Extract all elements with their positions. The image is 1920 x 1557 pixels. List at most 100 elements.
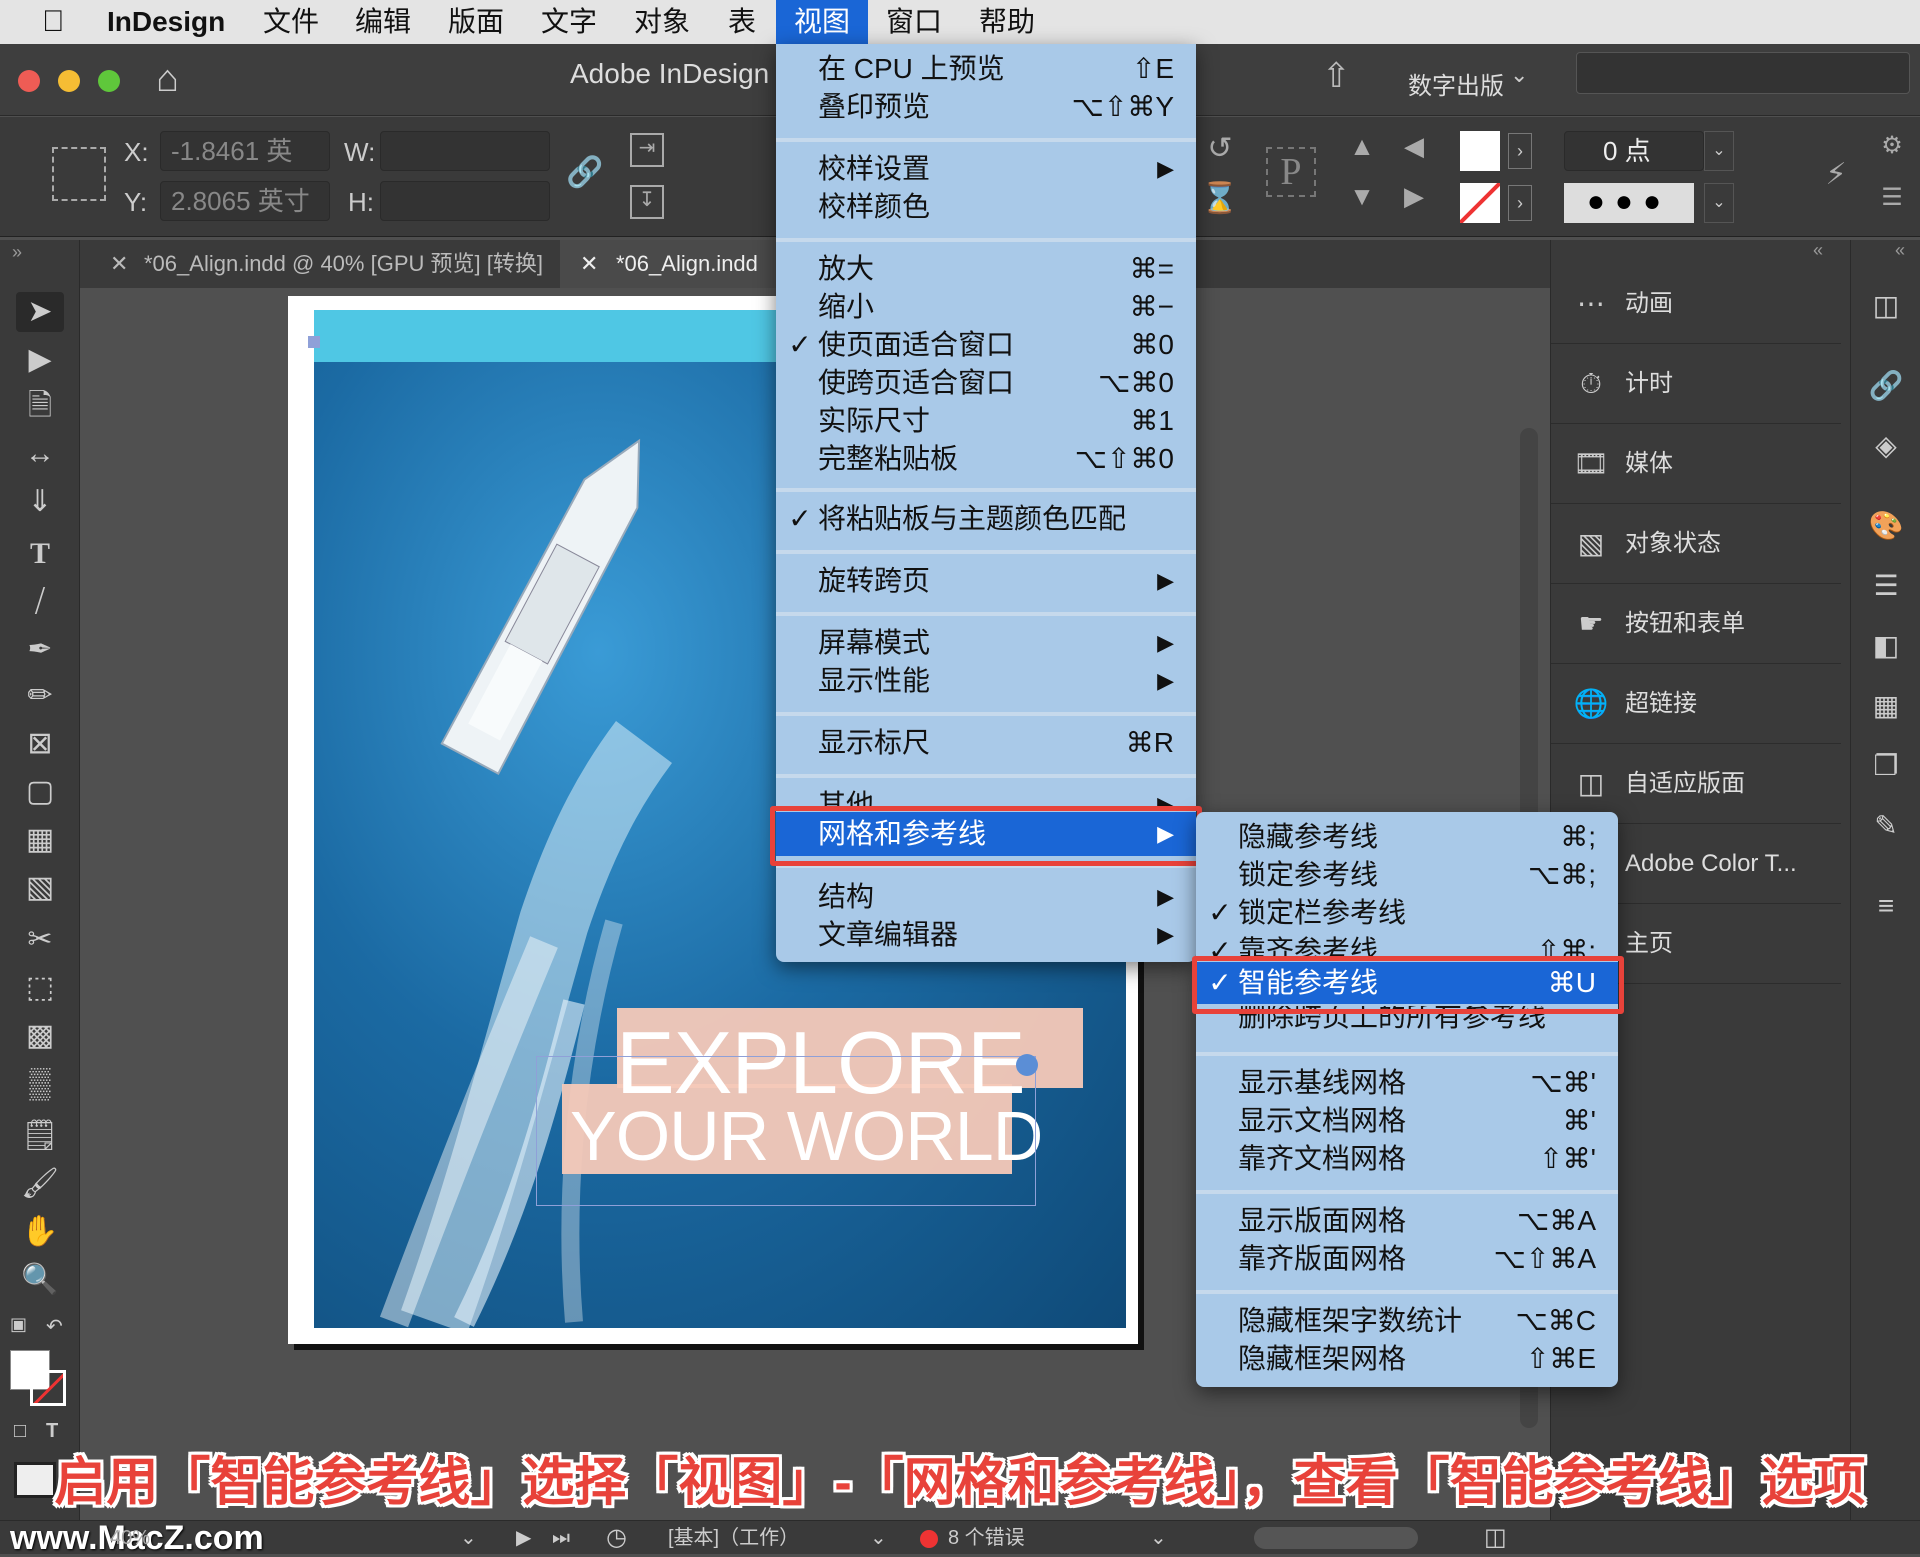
pages-icon[interactable]: ◫ xyxy=(1866,286,1906,326)
select-next-icon[interactable]: ▶ xyxy=(1394,181,1434,212)
chevron-down-icon[interactable]: ⌄ xyxy=(460,1525,477,1551)
gradient-swatch-tool-icon[interactable]: ▩ xyxy=(16,1016,64,1056)
scale-y-icon[interactable]: ↧ xyxy=(630,185,664,219)
submenu-item-baseline-grid[interactable]: 显示基线网格 ⌥⌘' xyxy=(1196,1064,1618,1102)
text-frame-icon[interactable]: P xyxy=(1266,147,1316,197)
chevron-down-icon[interactable]: ⌄ xyxy=(1510,62,1528,88)
swatches-icon[interactable]: 🎨 xyxy=(1866,506,1906,546)
selection-tool-icon[interactable]: ➤ xyxy=(16,292,64,332)
links-icon[interactable]: 🔗 xyxy=(1866,366,1906,406)
reference-point-icon[interactable] xyxy=(52,147,106,201)
submenu-item-snap-document-grid[interactable]: 靠齐文档网格 ⇧⌘' xyxy=(1196,1140,1618,1178)
grid-tool-icon[interactable]: ▧ xyxy=(16,868,64,908)
close-tab-icon[interactable]: ✕ xyxy=(110,240,128,288)
submenu-item-hide-guides[interactable]: 隐藏参考线 ⌘; xyxy=(1196,818,1618,856)
menu-file[interactable]: 文件 xyxy=(263,0,319,44)
scale-x-icon[interactable]: ⇥ xyxy=(630,133,664,167)
menu-item-proof-colors[interactable]: 校样颜色 xyxy=(776,188,1196,226)
home-icon[interactable]: ⌂ xyxy=(156,58,179,101)
eyedropper-tool-icon[interactable]: 🖌 xyxy=(16,1164,64,1204)
swap-colors-icon[interactable]: ↶ xyxy=(46,1314,63,1339)
menu-item-fit-page[interactable]: ✓ 使页面适合窗口 ⌘0 xyxy=(776,326,1196,364)
menu-item-show-rulers[interactable]: 显示标尺 ⌘R xyxy=(776,724,1196,762)
frame-handle[interactable] xyxy=(308,336,320,348)
menu-object[interactable]: 对象 xyxy=(634,0,690,44)
submenu-item-lock-column-guides[interactable]: ✓ 锁定栏参考线 xyxy=(1196,894,1618,932)
rotate-icon[interactable]: ↺ xyxy=(1200,131,1240,166)
zoom-level[interactable]: 40% xyxy=(110,1525,150,1551)
submenu-item-snap-layout-grid[interactable]: 靠齐版面网格 ⌥⇧⌘A xyxy=(1196,1240,1618,1278)
panel-object-states[interactable]: ▧ 对象状态 xyxy=(1551,504,1841,584)
panel-menu-icon[interactable]: ☰ xyxy=(1872,183,1912,212)
share-icon[interactable]: ⇧ xyxy=(1322,56,1351,96)
menu-app-name[interactable]: InDesign xyxy=(107,0,225,44)
next-page-icon[interactable]: ▶ xyxy=(516,1525,531,1551)
menu-item-actual-size[interactable]: 实际尺寸 ⌘1 xyxy=(776,402,1196,440)
menu-window[interactable]: 窗口 xyxy=(886,0,942,44)
scissors-tool-icon[interactable]: ✂ xyxy=(16,920,64,960)
rectangle-tool-icon[interactable]: ▢ xyxy=(16,772,64,812)
menu-item-fit-spread[interactable]: 使跨页适合窗口 ⌥⌘0 xyxy=(776,364,1196,402)
select-content-icon[interactable]: ▼ xyxy=(1342,181,1382,212)
y-field[interactable]: 2.8065 英寸 xyxy=(160,181,330,221)
menu-item-cpu-preview[interactable]: 在 CPU 上预览 ⇧E xyxy=(776,50,1196,88)
line-tool-icon[interactable]: ⧸ xyxy=(16,582,64,622)
submenu-item-frame-word-count[interactable]: 隐藏框架字数统计 ⌥⌘C xyxy=(1196,1302,1618,1340)
submenu-item-frame-grid[interactable]: 隐藏框架网格 ⇧⌘E xyxy=(1196,1340,1618,1378)
menu-item-screen-mode[interactable]: 屏幕模式 ▶ xyxy=(776,624,1196,662)
x-field[interactable]: -1.8461 英 xyxy=(160,131,330,171)
menu-item-entire-pasteboard[interactable]: 完整粘贴板 ⌥⇧⌘0 xyxy=(776,440,1196,478)
free-transform-tool-icon[interactable]: ⬚ xyxy=(16,968,64,1008)
panel-hyperlinks[interactable]: 🌐 超链接 xyxy=(1551,664,1841,744)
gap-tool-icon[interactable]: ↔ xyxy=(16,434,64,474)
apple-icon[interactable]:  xyxy=(42,0,65,44)
error-count[interactable]: 8 个错误 xyxy=(948,1525,1025,1551)
menu-help[interactable]: 帮助 xyxy=(979,0,1035,44)
menu-item-proof-setup[interactable]: 校样设置 ▶ xyxy=(776,150,1196,188)
text-frame-outline[interactable] xyxy=(536,1056,1036,1206)
quick-apply-icon[interactable]: ⚡ xyxy=(1816,157,1856,192)
menu-item-match-pasteboard[interactable]: ✓ 将粘贴板与主题颜色匹配 xyxy=(776,500,1196,538)
rectangle-frame-tool-icon[interactable]: ⊠ xyxy=(16,724,64,764)
minimize-window-button[interactable] xyxy=(58,70,80,92)
fill-swatch-menu[interactable]: › xyxy=(1508,133,1532,169)
pencil-tool-icon[interactable]: ✏ xyxy=(16,676,64,716)
layers-icon[interactable]: ◈ xyxy=(1866,426,1906,466)
menu-item-zoom-in[interactable]: 放大 ⌘= xyxy=(776,250,1196,288)
menu-item-zoom-out[interactable]: 缩小 ⌘− xyxy=(776,288,1196,326)
submenu-item-layout-grid[interactable]: 显示版面网格 ⌥⌘A xyxy=(1196,1202,1618,1240)
collapse-icon[interactable]: » xyxy=(12,242,22,263)
stroke-weight-field[interactable]: 0 点 xyxy=(1564,131,1704,171)
zoom-tool-icon[interactable]: 🔍 xyxy=(16,1260,64,1300)
menu-item-display-performance[interactable]: 显示性能 ▶ xyxy=(776,662,1196,700)
collapse-icon[interactable]: « xyxy=(1813,240,1823,261)
note-tool-icon[interactable]: 🗒 xyxy=(16,1116,64,1156)
collapse-icon[interactable]: « xyxy=(1895,240,1905,261)
menu-table[interactable]: 表 xyxy=(728,0,756,44)
split-view-icon[interactable]: ◫ xyxy=(1484,1523,1507,1553)
stroke-weight-dropdown[interactable]: ⌄ xyxy=(1704,131,1734,171)
color-icon[interactable]: ▦ xyxy=(1866,686,1906,726)
menu-layout[interactable]: 版面 xyxy=(448,0,504,44)
page-tool-icon[interactable]: 🗎 xyxy=(16,386,64,426)
direct-selection-tool-icon[interactable]: ▶ xyxy=(16,340,64,380)
menu-item-rotate-spread[interactable]: 旋转跨页 ▶ xyxy=(776,562,1196,600)
select-previous-icon[interactable]: ◀ xyxy=(1394,131,1434,162)
panel-animation[interactable]: ⋯ 动画 xyxy=(1551,264,1841,344)
gradient-feather-tool-icon[interactable]: ▒ xyxy=(16,1064,64,1104)
type-tool-icon[interactable]: T xyxy=(16,534,64,574)
submenu-item-lock-guides[interactable]: 锁定参考线 ⌥⌘; xyxy=(1196,856,1618,894)
h-field[interactable] xyxy=(380,181,550,221)
menu-view[interactable]: 视图 xyxy=(776,0,868,44)
hand-tool-icon[interactable]: ✋ xyxy=(16,1212,64,1252)
workspace-switcher[interactable]: 数字出版 xyxy=(1408,66,1504,101)
paragraph-styles-icon[interactable]: ✎ xyxy=(1866,806,1906,846)
gear-icon[interactable]: ⚙ xyxy=(1872,131,1912,160)
effects-icon[interactable]: ❐ xyxy=(1866,746,1906,786)
stroke-type-dropdown[interactable]: ●●● xyxy=(1564,183,1694,223)
properties-icon[interactable]: ≡ xyxy=(1866,886,1906,926)
w-field[interactable] xyxy=(380,131,550,171)
tab-document-1[interactable]: ✕ *06_Align.indd @ 40% [GPU 预览] [转换] xyxy=(80,240,558,288)
shear-icon[interactable]: ⌛ xyxy=(1200,181,1240,216)
text-frame-port[interactable] xyxy=(1016,1054,1038,1076)
